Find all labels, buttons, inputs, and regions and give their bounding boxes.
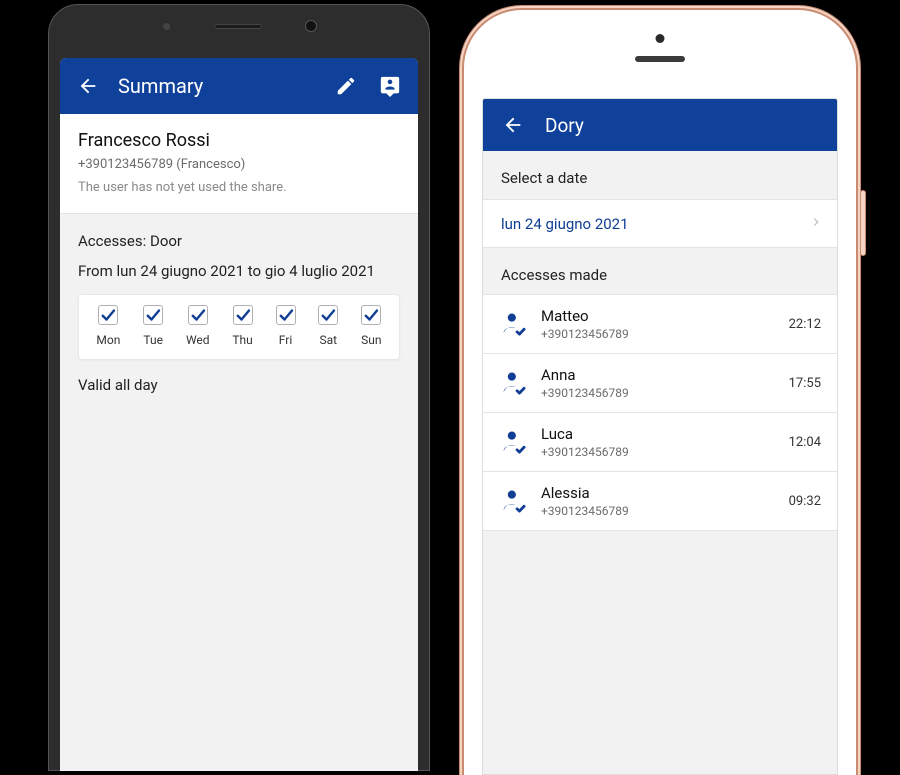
person-checked-icon bbox=[499, 369, 527, 397]
access-row[interactable]: Luca +390123456789 12:04 bbox=[483, 413, 837, 472]
accesses-list: Matteo +390123456789 22:12 Anna +39012345678… bbox=[483, 294, 837, 531]
checkbox-icon bbox=[276, 305, 296, 325]
checkbox-icon bbox=[143, 305, 163, 325]
day-toggle-fri[interactable]: Fri bbox=[276, 305, 296, 347]
date-picker-row[interactable]: lun 24 giugno 2021 bbox=[483, 199, 837, 248]
access-date-range: From lun 24 giugno 2021 to gio 4 luglio … bbox=[78, 262, 400, 280]
access-phone: +390123456789 bbox=[541, 504, 775, 518]
person-checked-icon bbox=[499, 310, 527, 338]
accesses-label: Accesses: Door bbox=[78, 232, 400, 250]
range-prefix: From bbox=[78, 262, 113, 280]
selected-date: lun 24 giugno 2021 bbox=[501, 215, 629, 233]
android-sensor-bar bbox=[48, 4, 430, 48]
iphone-frame: Dory Select a date lun 24 giugno 2021 Ac… bbox=[464, 10, 856, 775]
day-label: Thu bbox=[232, 333, 252, 347]
range-from: lun 24 giugno 2021 bbox=[116, 262, 244, 280]
day-toggle-mon[interactable]: Mon bbox=[96, 305, 120, 347]
access-row[interactable]: Matteo +390123456789 22:12 bbox=[483, 295, 837, 354]
access-name: Luca bbox=[541, 425, 775, 443]
range-mid: to bbox=[248, 262, 261, 280]
user-share-note: The user has not yet used the share. bbox=[78, 180, 400, 195]
user-name: Francesco Rossi bbox=[78, 130, 400, 151]
day-label: Sat bbox=[320, 333, 338, 347]
appbar-title: Summary bbox=[118, 74, 316, 98]
earpiece-speaker-icon bbox=[214, 24, 262, 29]
iphone-screen: Dory Select a date lun 24 giugno 2021 Ac… bbox=[482, 98, 838, 775]
validity-note: Valid all day bbox=[78, 376, 400, 394]
access-phone: +390123456789 bbox=[541, 386, 775, 400]
appbar-title: Dory bbox=[545, 114, 584, 137]
access-time: 12:04 bbox=[789, 435, 821, 450]
android-phone-frame: Summary Francesco Rossi +390123456789 (F… bbox=[44, 0, 434, 775]
proximity-sensor-icon bbox=[163, 23, 170, 30]
front-camera-icon bbox=[656, 34, 665, 43]
day-label: Sun bbox=[361, 333, 381, 347]
log-appbar: Dory bbox=[483, 99, 837, 151]
user-phone-line: +390123456789 (Francesco) bbox=[78, 157, 400, 172]
summary-appbar: Summary bbox=[60, 58, 418, 114]
user-summary-card: Francesco Rossi +390123456789 (Francesco… bbox=[60, 114, 418, 214]
checkbox-icon bbox=[233, 305, 253, 325]
back-icon[interactable] bbox=[499, 111, 527, 139]
edit-icon[interactable] bbox=[332, 72, 360, 100]
checkbox-icon bbox=[361, 305, 381, 325]
day-toggle-sat[interactable]: Sat bbox=[318, 305, 338, 347]
day-toggle-tue[interactable]: Tue bbox=[143, 305, 163, 347]
day-toggle-wed[interactable]: Wed bbox=[186, 305, 210, 347]
android-screen: Summary Francesco Rossi +390123456789 (F… bbox=[60, 58, 418, 771]
back-icon[interactable] bbox=[74, 72, 102, 100]
access-name: Alessia bbox=[541, 484, 775, 502]
day-label: Wed bbox=[186, 333, 210, 347]
access-time: 17:55 bbox=[789, 376, 821, 391]
access-name: Anna bbox=[541, 366, 775, 384]
access-phone: +390123456789 bbox=[541, 327, 775, 341]
weekday-selector: Mon Tue Wed Thu Fri Sat Sun bbox=[78, 294, 400, 360]
person-checked-icon bbox=[499, 428, 527, 456]
iphone-sensor-bar bbox=[464, 10, 856, 88]
checkbox-icon bbox=[98, 305, 118, 325]
select-date-label: Select a date bbox=[483, 151, 837, 199]
user-contact: (Francesco) bbox=[176, 157, 245, 172]
earpiece-speaker-icon bbox=[635, 56, 685, 62]
access-time: 22:12 bbox=[789, 317, 821, 332]
front-camera-icon bbox=[306, 21, 316, 31]
accesses-section: Accesses: Door From lun 24 giugno 2021 t… bbox=[60, 214, 418, 402]
access-row[interactable]: Anna +390123456789 17:55 bbox=[483, 354, 837, 413]
person-checked-icon bbox=[499, 487, 527, 515]
accesses-made-label: Accesses made bbox=[483, 248, 837, 294]
day-toggle-thu[interactable]: Thu bbox=[232, 305, 252, 347]
day-toggle-sun[interactable]: Sun bbox=[361, 305, 381, 347]
day-label: Mon bbox=[96, 333, 120, 347]
contact-add-icon[interactable] bbox=[376, 72, 404, 100]
day-label: Fri bbox=[279, 333, 292, 347]
chevron-right-icon bbox=[809, 214, 823, 233]
user-phone: +390123456789 bbox=[78, 157, 173, 172]
access-phone: +390123456789 bbox=[541, 445, 775, 459]
access-name: Matteo bbox=[541, 307, 775, 325]
range-to: gio 4 luglio 2021 bbox=[265, 262, 375, 280]
checkbox-icon bbox=[188, 305, 208, 325]
checkbox-icon bbox=[318, 305, 338, 325]
access-row[interactable]: Alessia +390123456789 09:32 bbox=[483, 472, 837, 531]
access-time: 09:32 bbox=[789, 494, 821, 509]
day-label: Tue bbox=[143, 333, 163, 347]
